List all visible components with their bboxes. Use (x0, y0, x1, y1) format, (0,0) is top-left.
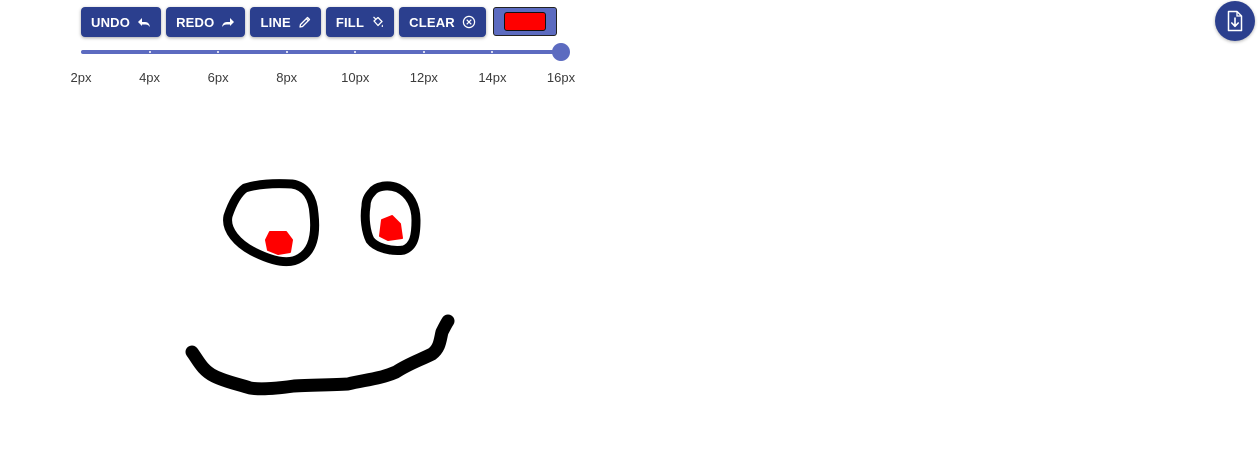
brush-size-label: 2px (70, 70, 92, 85)
clear-button[interactable]: CLEAR (399, 7, 486, 37)
pencil-icon (298, 16, 311, 29)
brush-size-label: 4px (139, 70, 161, 85)
brush-size-label: 12px (409, 70, 438, 85)
fill-tool-label: FILL (335, 14, 365, 30)
drawing-canvas[interactable] (0, 95, 1258, 455)
undo-button-label: UNDO (91, 14, 131, 30)
brush-size-slider[interactable] (81, 42, 571, 62)
brush-size-label: 10px (341, 70, 370, 85)
fill-tool-button[interactable]: FILL (325, 7, 395, 37)
brush-size-labels: 2px 4px 6px 8px 10px 12px 14px 16px (71, 70, 576, 86)
brush-size-label: 8px (276, 70, 298, 85)
redo-icon (221, 16, 235, 28)
paint-bucket-icon (371, 16, 384, 29)
left-pupil-fill (265, 231, 293, 255)
redo-button-label: REDO (176, 14, 215, 30)
current-color-swatch (503, 12, 546, 31)
redo-button[interactable]: REDO (166, 7, 246, 37)
slider-tick (285, 51, 288, 53)
right-pupil-fill (379, 215, 403, 241)
color-picker-button[interactable] (492, 7, 557, 36)
slider-rail (81, 50, 561, 54)
clear-button-label: CLEAR (409, 14, 455, 30)
smile-stroke (185, 314, 455, 396)
line-tool-label: LINE (260, 14, 291, 30)
paint-app: UNDO REDO LINE FILL CLEAR 2px 4px 6px 8p… (0, 0, 1258, 455)
brush-size-label: 14px (478, 70, 507, 85)
line-tool-button[interactable]: LINE (250, 7, 321, 37)
slider-thumb[interactable] (552, 43, 570, 61)
clear-circle-icon (462, 15, 476, 29)
download-button[interactable] (1215, 1, 1255, 41)
toolbar: UNDO REDO LINE FILL CLEAR (81, 7, 557, 37)
drawing-surface (185, 179, 455, 396)
brush-size-label: 6px (207, 70, 229, 85)
slider-tick (422, 51, 425, 53)
download-file-icon (1225, 10, 1245, 32)
undo-button[interactable]: UNDO (81, 7, 162, 37)
brush-size-label: 16px (546, 70, 576, 85)
slider-tick (148, 51, 151, 53)
undo-icon (137, 16, 151, 28)
